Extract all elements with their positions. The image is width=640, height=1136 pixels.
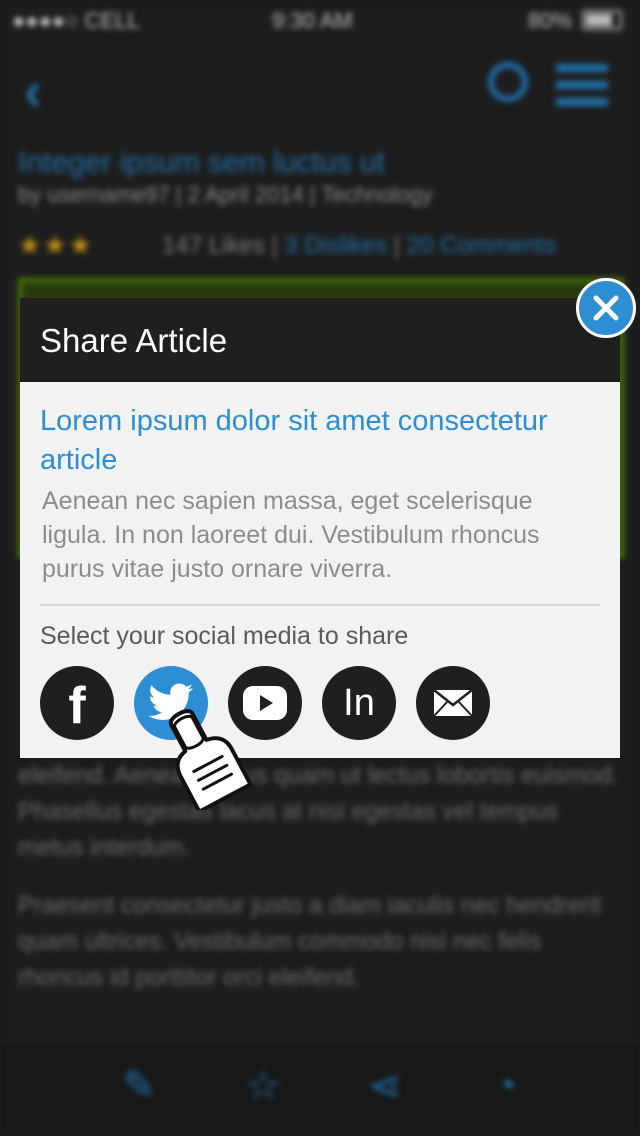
carrier-signal: ●●●●○ CELL [12,8,140,33]
battery-percent: 80% [528,8,573,33]
back-chevron-icon[interactable]: ‹ [24,60,42,122]
envelope-icon [433,689,473,717]
article-meta: 147 Likes | 3 Dislikes | 20 Comments [162,232,556,259]
facebook-share-button[interactable]: f [40,666,114,740]
article-headline[interactable]: Integer ipsum sem luctus ut [18,146,385,180]
compose-icon[interactable]: ✎ [114,1064,164,1108]
email-share-button[interactable] [416,666,490,740]
bottom-tab-bar [0,1044,640,1136]
article-paragraph: Praesent consectetur justo a diam iaculi… [18,892,601,991]
article-byline: by username97 | 2 April 2014 | Technolog… [18,182,433,207]
dialog-title: Share Article [40,322,228,359]
shared-article-title: Lorem ipsum dolor sit amet consectetur a… [40,405,548,476]
status-bar: ●●●●○ CELL 9:30 AM 80% [0,0,640,40]
close-icon [593,295,619,321]
share-prompt: Select your social media to share [40,622,409,650]
battery-icon [582,10,622,30]
facebook-icon: f [68,677,86,735]
dialog-header: Share Article [20,298,620,382]
article-paragraph: eleifend. Aenean varius quam ut lectus l… [18,762,619,861]
search-icon[interactable] [488,62,528,102]
clock: 9:30 AM [272,8,353,33]
share-icon[interactable]: ⋖ [360,1064,410,1108]
dislikes-link[interactable]: 3 Dislikes [284,232,387,259]
rating-stars: ★★★ [18,230,94,260]
close-button[interactable] [576,278,636,338]
divider [40,604,600,606]
comments-link[interactable]: 20 Comments [407,232,556,259]
rss-icon[interactable]: ◔ [480,1064,530,1108]
likes-count: 147 Likes [162,232,265,259]
linkedin-icon: In [343,682,375,724]
shared-article-summary: Aenean nec sapien massa, eget scelerisqu… [42,487,540,583]
linkedin-share-button[interactable]: In [322,666,396,740]
share-dialog: Share Article Lorem ipsum dolor sit amet… [20,298,620,758]
menu-icon[interactable] [556,64,608,106]
star-icon[interactable]: ☆ [238,1064,288,1108]
tap-hand-icon [168,709,253,810]
